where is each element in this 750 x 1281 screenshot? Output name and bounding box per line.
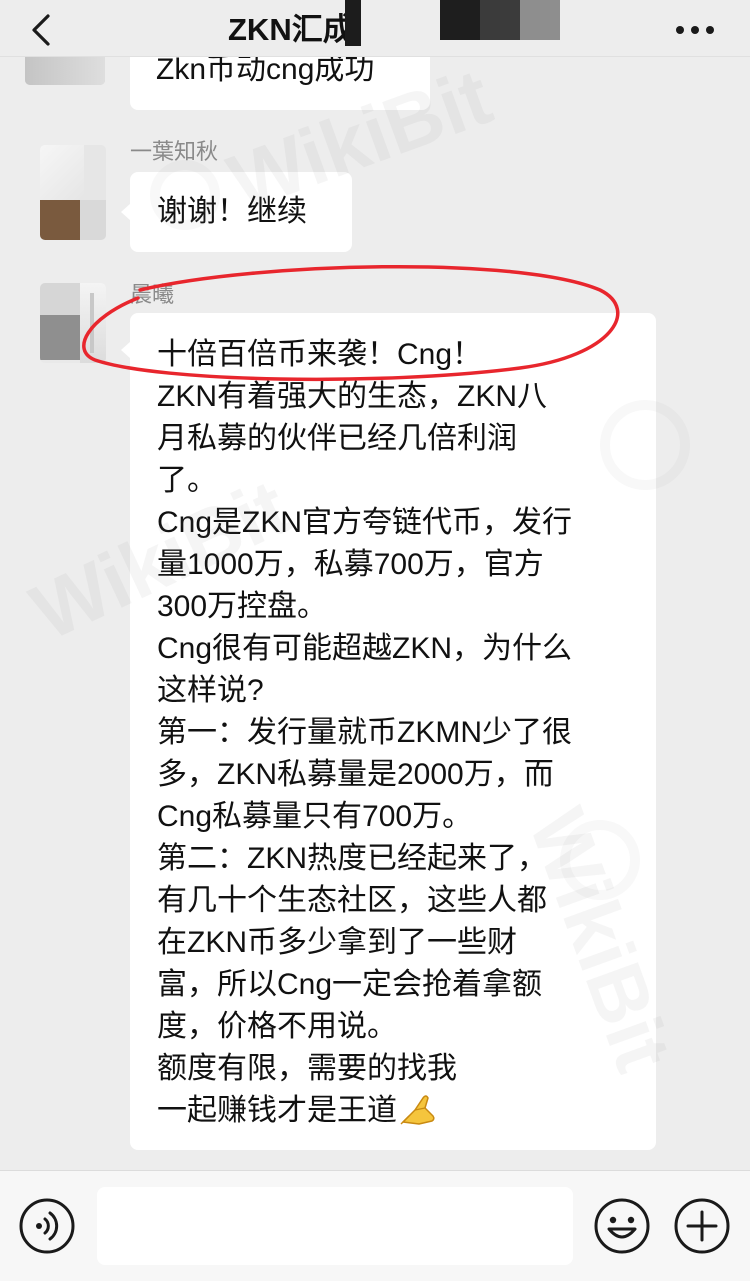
voice-button[interactable] [18, 1197, 76, 1255]
redaction-block [480, 0, 520, 40]
message-line: 富，所以Cng一定会抢着拿额 [157, 968, 543, 1001]
message-line: 第二：ZKN热度已经起来了， [157, 842, 547, 875]
message-line: 在ZKN币多少拿到了一些财 [157, 926, 517, 959]
praying-hands-icon [400, 1095, 435, 1125]
more-button[interactable] [670, 14, 720, 46]
message-input[interactable] [97, 1187, 573, 1265]
avatar[interactable] [40, 283, 106, 363]
message-line: ZKN有着强大的生态，ZKN八 [157, 380, 547, 413]
chat-header: ZKN汇成 [0, 0, 750, 57]
plus-button[interactable] [673, 1197, 731, 1255]
chat-title: ZKN汇成 [228, 12, 354, 47]
sender-name: 一葉知秋 [130, 139, 219, 164]
message-line: 多，ZKN私募量是2000万，而 [157, 758, 554, 791]
more-dots-icon [676, 26, 714, 34]
sender-name: 晨曦 [130, 282, 175, 307]
message-line: 第一：发行量就币ZKMN少了很 [157, 716, 572, 749]
message-line: 有几十个生态社区，这些人都 [157, 884, 547, 917]
message-line: Cng是ZKN官方夸链代币，发行 [157, 506, 573, 539]
chevron-left-icon [32, 14, 50, 46]
avatar[interactable] [40, 145, 106, 240]
message-line: Cng很有可能超越ZKN，为什么 [157, 632, 573, 665]
message-text: 谢谢！继续 [157, 195, 307, 228]
message-line: 额度有限，需要的找我 [157, 1052, 457, 1085]
message-line: 300万控盘。 [157, 590, 328, 623]
message-bubble[interactable]: 十倍百倍币来袭！Cng！ ZKN有着强大的生态，ZKN八 月私募的伙伴已经几倍利… [121, 313, 656, 1150]
input-bar [0, 1170, 750, 1281]
redaction-block [520, 0, 560, 40]
message-line: Cng私募量只有700万。 [157, 800, 473, 833]
back-button[interactable] [26, 10, 60, 50]
smiley-icon [594, 1198, 650, 1254]
message-bubble[interactable]: 谢谢！继续 [121, 172, 352, 252]
message-text: Zkn币动cng成功 [156, 53, 375, 86]
voice-icon [19, 1198, 75, 1254]
message-line: 了。 [157, 464, 217, 497]
message-line: 月私募的伙伴已经几倍利润 [157, 422, 517, 455]
plus-icon [674, 1198, 730, 1254]
message-line: 十倍百倍币来袭！Cng！ [157, 338, 483, 371]
message-line: 一起赚钱才是王道 [157, 1094, 397, 1127]
message-line: 度，价格不用说。 [157, 1010, 397, 1043]
message-line-last: 一起赚钱才是王道 [157, 1090, 636, 1132]
emoji-button[interactable] [593, 1197, 651, 1255]
message-line: 这样说? [157, 674, 264, 707]
redaction-block [440, 0, 480, 40]
message-line: 量1000万，私募700万，官方 [157, 548, 544, 581]
redaction-block [345, 0, 361, 46]
